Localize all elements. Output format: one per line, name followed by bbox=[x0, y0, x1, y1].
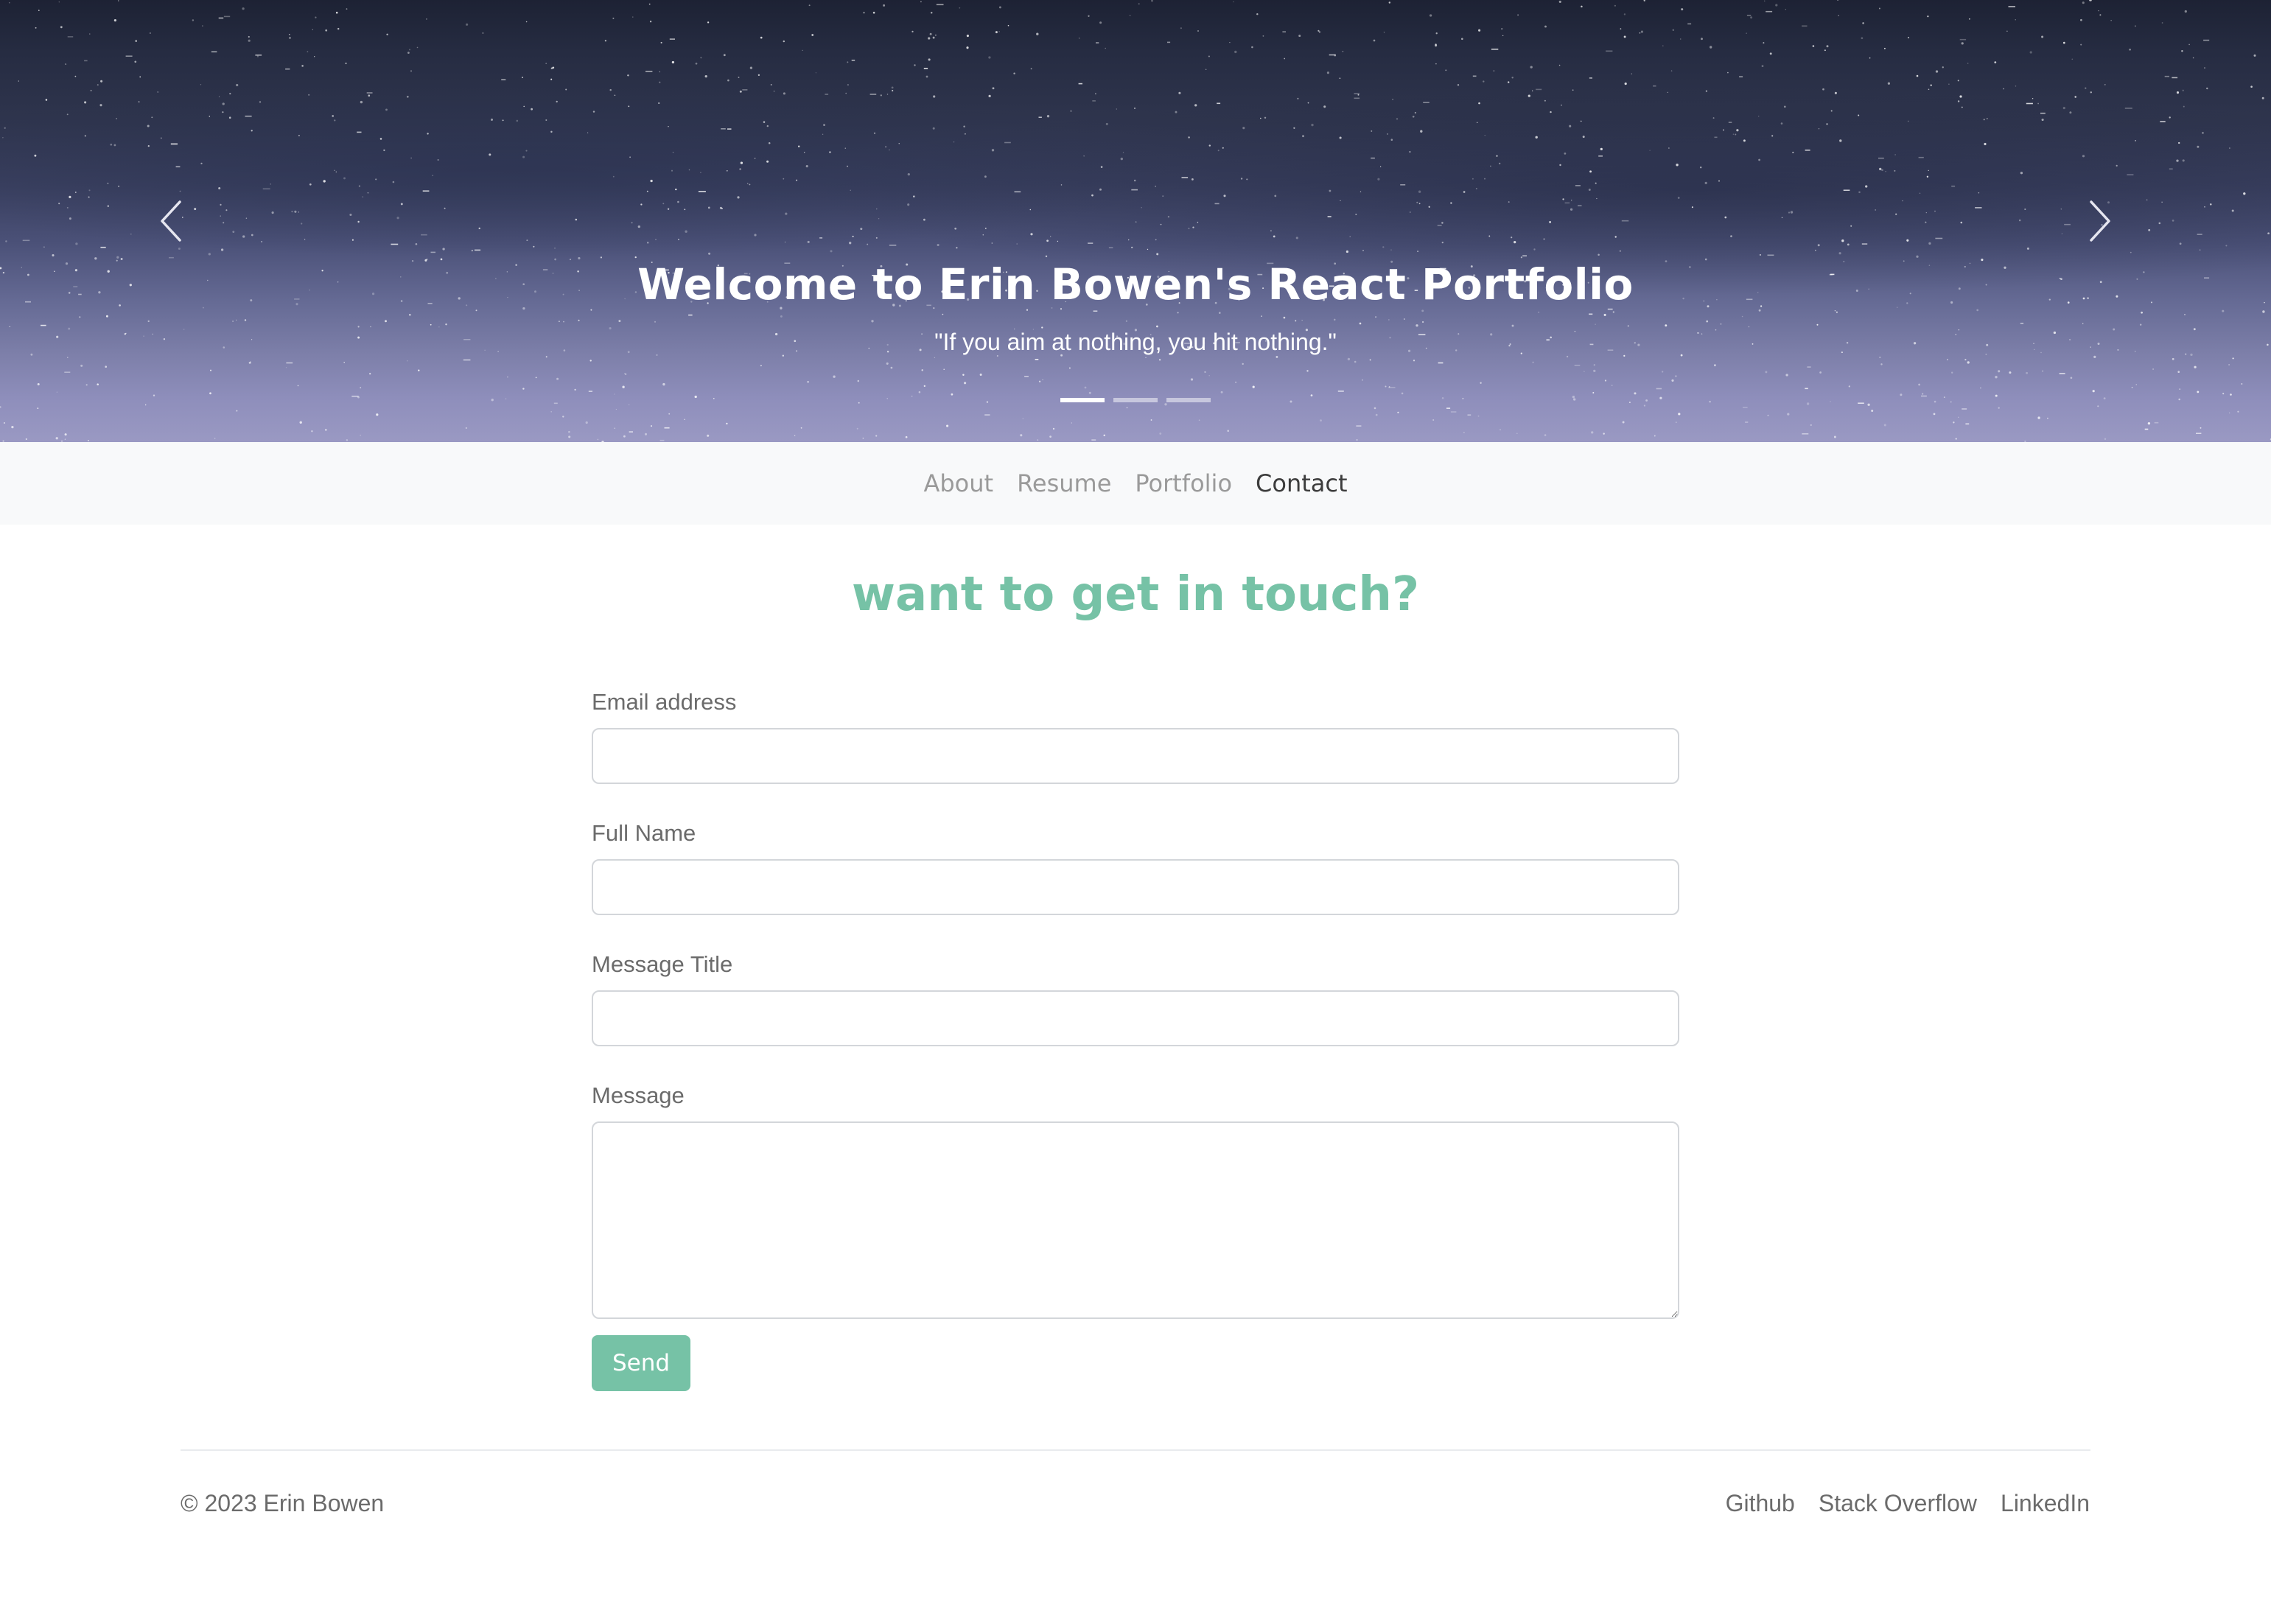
full-name-field[interactable] bbox=[592, 859, 1679, 915]
message-textarea[interactable] bbox=[592, 1121, 1679, 1319]
full-name-label: Full Name bbox=[592, 820, 696, 846]
nav-link-about[interactable]: About bbox=[911, 469, 1005, 497]
hero-title: Welcome to Erin Bowen's React Portfolio bbox=[637, 259, 1634, 309]
email-field[interactable] bbox=[592, 728, 1679, 784]
send-button[interactable]: Send bbox=[592, 1335, 690, 1391]
nav-link-contact[interactable]: Contact bbox=[1244, 469, 1360, 497]
starfield-background bbox=[0, 0, 2271, 442]
contact-heading: want to get in touch? bbox=[851, 567, 1420, 622]
footer-copyright: © 2023 Erin Bowen bbox=[181, 1490, 385, 1516]
email-label: Email address bbox=[592, 689, 737, 715]
footer-links: Github Stack Overflow LinkedIn bbox=[1726, 1490, 2090, 1517]
nav-link-resume[interactable]: Resume bbox=[1005, 469, 1123, 497]
carousel-next-button[interactable] bbox=[2071, 192, 2130, 251]
carousel-indicators bbox=[0, 398, 2271, 402]
hero-carousel: Welcome to Erin Bowen's React Portfolio … bbox=[0, 0, 2271, 442]
message-title-label: Message Title bbox=[592, 951, 733, 977]
chevron-right-icon bbox=[2090, 200, 2110, 242]
carousel-indicator-3[interactable] bbox=[1166, 398, 1211, 402]
chevron-left-icon bbox=[161, 200, 181, 242]
nav-link-portfolio[interactable]: Portfolio bbox=[1123, 469, 1244, 497]
contact-form: Email address Full Name Message Title Me… bbox=[592, 685, 1679, 1319]
message-label: Message bbox=[592, 1082, 685, 1108]
footer-link-stack-overflow[interactable]: Stack Overflow bbox=[1819, 1490, 1977, 1517]
hero-quote: "If you aim at nothing, you hit nothing.… bbox=[934, 329, 1337, 355]
message-title-field[interactable] bbox=[592, 990, 1679, 1046]
carousel-prev-button[interactable] bbox=[141, 192, 200, 251]
main-nav: About Resume Portfolio Contact bbox=[0, 442, 2271, 525]
footer-divider bbox=[181, 1449, 2090, 1451]
carousel-indicator-2[interactable] bbox=[1113, 398, 1158, 402]
footer-link-linkedin[interactable]: LinkedIn bbox=[2001, 1490, 2090, 1517]
carousel-indicator-1[interactable] bbox=[1060, 398, 1105, 402]
footer-link-github[interactable]: Github bbox=[1726, 1490, 1795, 1517]
